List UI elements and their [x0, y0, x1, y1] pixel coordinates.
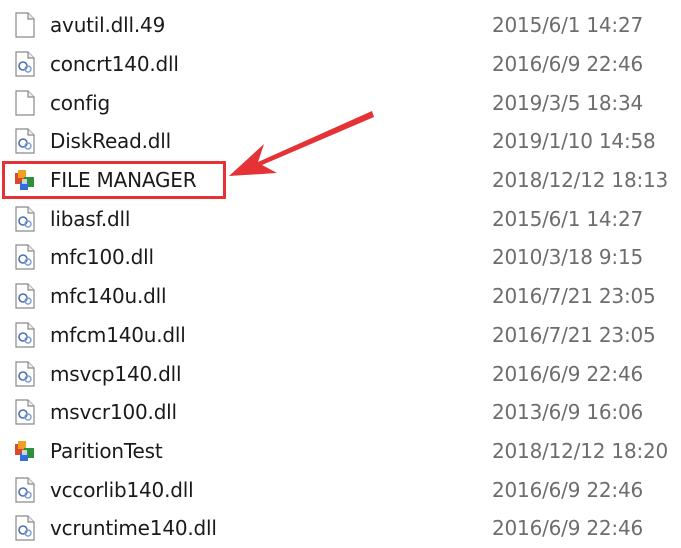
file-date: 2019/1/10 14:58 [492, 129, 656, 154]
file-row[interactable]: libasf.dll 2015/6/1 14:27 [0, 199, 681, 238]
file-name: vccorlib140.dll [50, 477, 194, 502]
file-name: FILE MANAGER [50, 168, 197, 193]
file-row[interactable]: mfcm140u.dll 2016/7/21 23:05 [0, 316, 681, 355]
file-date: 2018/12/12 18:20 [492, 438, 669, 463]
file-name: msvcr100.dll [50, 400, 177, 425]
file-date: 2016/6/9 22:46 [492, 516, 644, 541]
file-date: 2016/7/21 23:05 [492, 284, 656, 309]
file-date: 2013/6/9 16:06 [492, 400, 644, 425]
dll-file-icon [14, 128, 36, 155]
file-row[interactable]: DiskRead.dll 2019/1/10 14:58 [0, 122, 681, 161]
file-name: mfc140u.dll [50, 284, 167, 309]
file-name: DiskRead.dll [50, 129, 171, 154]
file-name: ParitionTest [50, 438, 163, 463]
dll-file-icon [14, 283, 36, 309]
file-date: 2018/12/12 18:13 [492, 168, 669, 193]
file-row[interactable]: ParitionTest 2018/12/12 18:20 [0, 432, 681, 471]
application-icon [14, 438, 36, 464]
file-date: 2015/6/1 14:27 [492, 206, 644, 231]
dll-file-icon [14, 206, 36, 232]
file-name: config [50, 90, 111, 115]
file-row[interactable]: concrt140.dll 2016/6/9 22:46 [0, 45, 681, 84]
blank-file-icon [14, 12, 36, 38]
file-name: concrt140.dll [50, 52, 179, 77]
application-icon [14, 167, 36, 193]
dll-file-icon [14, 322, 36, 348]
file-row[interactable]: msvcr100.dll 2013/6/9 16:06 [0, 393, 681, 432]
dll-file-icon [14, 360, 36, 387]
file-row[interactable]: msvcp140.dll 2016/6/9 22:46 [0, 354, 681, 393]
file-date: 2016/6/9 22:46 [492, 52, 644, 77]
file-row[interactable]: FILE MANAGER 2018/12/12 18:13 [0, 161, 681, 200]
file-name: msvcp140.dll [50, 361, 182, 386]
file-name: mfc100.dll [50, 245, 154, 270]
file-name: mfcm140u.dll [50, 322, 186, 347]
dll-file-icon [14, 244, 36, 271]
file-row[interactable]: vcruntime140.dll 2016/6/9 22:46 [0, 509, 681, 548]
file-row[interactable]: config 2019/3/5 18:34 [0, 83, 681, 122]
file-date: 2016/6/9 22:46 [492, 477, 644, 502]
file-row[interactable]: vccorlib140.dll 2016/6/9 22:46 [0, 470, 681, 509]
file-name: vcruntime140.dll [50, 516, 217, 541]
dll-file-icon [14, 476, 36, 503]
dll-file-icon [14, 515, 36, 541]
file-date: 2016/6/9 22:46 [492, 361, 644, 386]
dll-file-icon [14, 399, 36, 425]
file-date: 2016/7/21 23:05 [492, 322, 656, 347]
file-list: avutil.dll.49 2015/6/1 14:27 concrt140.d… [0, 6, 681, 548]
dll-file-icon [14, 51, 36, 77]
file-row[interactable]: mfc100.dll 2010/3/18 9:15 [0, 238, 681, 277]
file-row[interactable]: mfc140u.dll 2016/7/21 23:05 [0, 277, 681, 316]
blank-file-icon [14, 90, 36, 116]
file-date: 2015/6/1 14:27 [492, 13, 644, 38]
file-date: 2010/3/18 9:15 [492, 245, 644, 270]
file-name: avutil.dll.49 [50, 13, 166, 38]
file-name: libasf.dll [50, 206, 131, 231]
file-row[interactable]: avutil.dll.49 2015/6/1 14:27 [0, 6, 681, 45]
file-date: 2019/3/5 18:34 [492, 90, 644, 115]
